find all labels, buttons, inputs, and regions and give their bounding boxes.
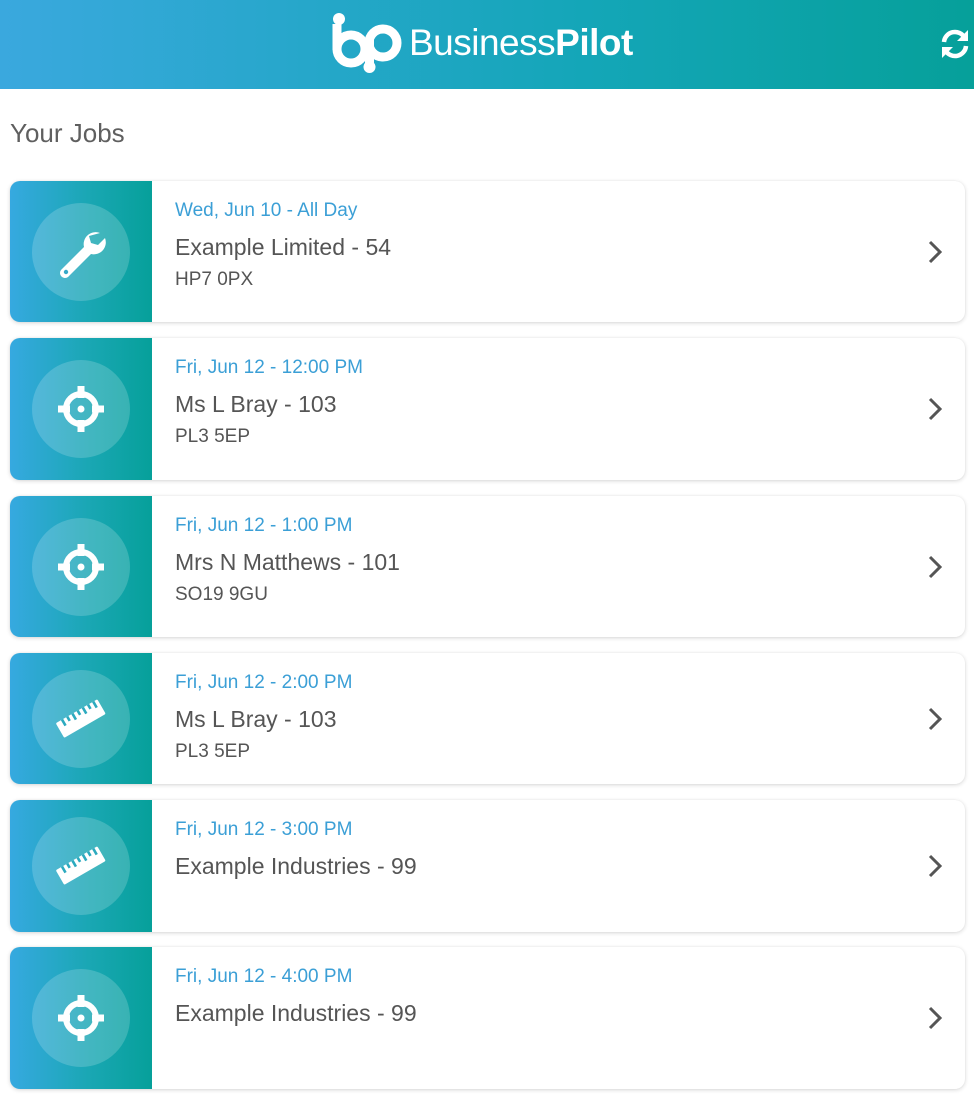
- job-card[interactable]: Fri, Jun 12 - 1:00 PM Mrs N Matthews - 1…: [10, 496, 965, 637]
- crosshair-icon: [54, 991, 108, 1045]
- chevron-right-icon: [928, 240, 943, 263]
- job-card-body: Fri, Jun 12 - 2:00 PM Ms L Bray - 103 PL…: [175, 671, 905, 763]
- job-card[interactable]: Fri, Jun 12 - 12:00 PM Ms L Bray - 103 P…: [10, 338, 965, 480]
- job-card-icon-panel: [10, 653, 152, 784]
- job-card-body: Fri, Jun 12 - 12:00 PM Ms L Bray - 103 P…: [175, 356, 905, 448]
- logo-text-regular: Business: [409, 22, 556, 63]
- job-card-icon-panel: [10, 181, 152, 322]
- job-date: Fri, Jun 12 - 3:00 PM: [175, 819, 353, 840]
- job-customer: Ms L Bray - 103: [175, 391, 337, 417]
- job-card[interactable]: Fri, Jun 12 - 4:00 PM Example Industries…: [10, 947, 965, 1089]
- job-type-icon-circle: [32, 669, 130, 768]
- app-header: BusinessPilot: [0, 0, 974, 89]
- job-date: Fri, Jun 12 - 12:00 PM: [175, 357, 363, 378]
- page-title: Your Jobs: [10, 118, 125, 148]
- logo-text-bold: Pilot: [555, 22, 633, 63]
- job-postcode: HP7 0PX: [175, 269, 254, 290]
- job-card-icon-panel: [10, 338, 152, 480]
- job-customer: Ms L Bray - 103: [175, 706, 337, 732]
- job-date: Fri, Jun 12 - 2:00 PM: [175, 672, 353, 693]
- job-card-icon-panel: [10, 800, 152, 932]
- job-card-body: Fri, Jun 12 - 3:00 PM Example Industries…: [175, 818, 905, 888]
- chevron-right-icon: [928, 854, 943, 878]
- chevron-right-icon: [928, 707, 943, 730]
- job-type-icon-circle: [32, 817, 130, 915]
- job-type-icon-circle: [32, 517, 130, 616]
- job-customer: Example Industries - 99: [175, 853, 417, 879]
- job-type-icon-circle: [32, 969, 130, 1067]
- job-card[interactable]: Wed, Jun 10 - All Day Example Limited - …: [10, 181, 965, 322]
- ruler-icon: [55, 698, 106, 738]
- crosshair-icon: [54, 540, 108, 594]
- logo-wordmark: BusinessPilot: [409, 12, 633, 74]
- job-type-icon-circle: [32, 202, 130, 301]
- ruler-icon: [55, 846, 106, 885]
- chevron-right-icon: [928, 1006, 943, 1030]
- job-card-icon-panel: [10, 947, 152, 1089]
- job-postcode: SO19 9GU: [175, 584, 268, 605]
- job-postcode: PL3 5EP: [175, 426, 250, 447]
- job-card[interactable]: Fri, Jun 12 - 3:00 PM Example Industries…: [10, 800, 965, 932]
- job-date: Fri, Jun 12 - 4:00 PM: [175, 966, 353, 987]
- business-pilot-logo: BusinessPilot: [329, 12, 633, 74]
- crosshair-icon: [54, 382, 108, 436]
- refresh-icon[interactable]: [938, 27, 972, 61]
- job-customer: Mrs N Matthews - 101: [175, 549, 400, 575]
- job-card-body: Fri, Jun 12 - 1:00 PM Mrs N Matthews - 1…: [175, 514, 905, 606]
- chevron-right-icon: [928, 397, 943, 421]
- job-customer: Example Industries - 99: [175, 1000, 417, 1026]
- bp-logo-icon: [332, 13, 402, 73]
- wrench-icon: [59, 231, 106, 278]
- job-card[interactable]: Fri, Jun 12 - 2:00 PM Ms L Bray - 103 PL…: [10, 653, 965, 784]
- job-date: Fri, Jun 12 - 1:00 PM: [175, 515, 353, 536]
- chevron-right-icon: [928, 555, 943, 578]
- job-card-body: Wed, Jun 10 - All Day Example Limited - …: [175, 199, 905, 291]
- job-card-body: Fri, Jun 12 - 4:00 PM Example Industries…: [175, 965, 905, 1035]
- job-postcode: PL3 5EP: [175, 741, 250, 762]
- job-customer: Example Limited - 54: [175, 234, 392, 260]
- job-type-icon-circle: [32, 360, 130, 458]
- job-date: Wed, Jun 10 - All Day: [175, 200, 358, 221]
- job-card-icon-panel: [10, 496, 152, 637]
